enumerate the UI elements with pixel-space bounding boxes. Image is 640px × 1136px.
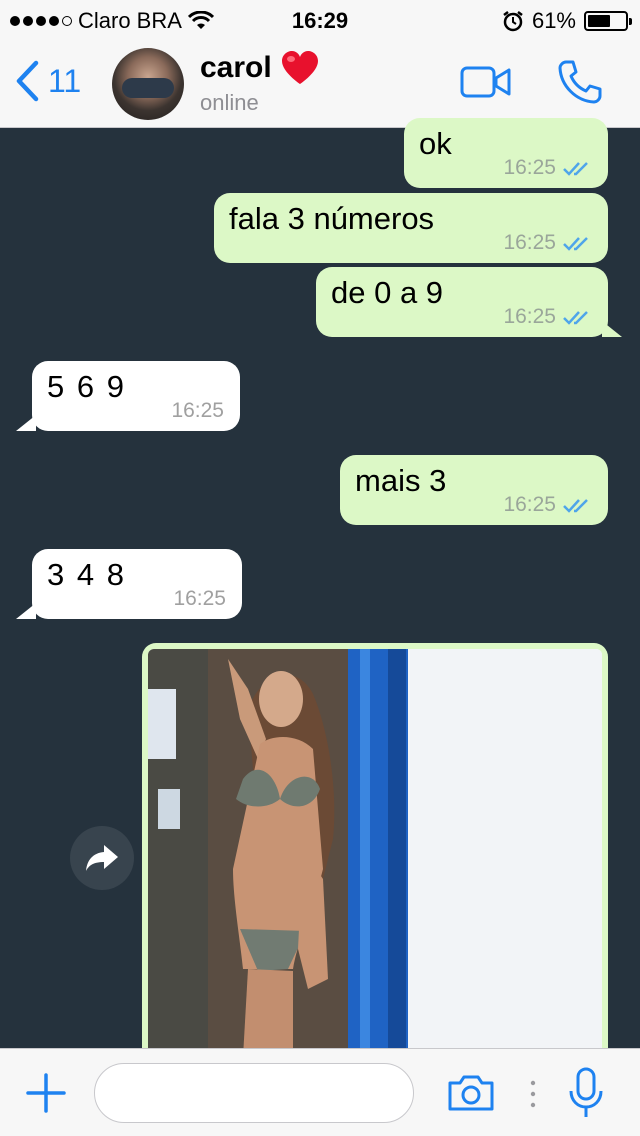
video-call-icon (460, 66, 511, 98)
photo-image (148, 649, 602, 1057)
plus-icon (26, 1073, 66, 1113)
bubble-tail (602, 321, 622, 337)
battery-percent: 61% (531, 8, 576, 33)
message-time: 16:25 (171, 399, 224, 422)
message-meta: 16:25 (503, 305, 592, 329)
contact-name-label: carol (200, 51, 272, 84)
bubble-tail (16, 415, 36, 431)
status-bar: Claro BRA 16:29 61% (0, 0, 640, 40)
message-meta: 16:25 (503, 493, 592, 517)
attach-button[interactable] (24, 1071, 68, 1120)
message-time: 16:25 (503, 156, 556, 179)
message-time: 16:25 (503, 231, 556, 254)
photo-message-bubble[interactable] (142, 643, 608, 1063)
message-text: ok (419, 126, 452, 161)
message-input-bar (0, 1048, 640, 1136)
battery-icon (584, 11, 632, 31)
video-call-button[interactable] (460, 62, 512, 107)
message-text: fala 3 números (229, 201, 435, 236)
message-bubble-incoming[interactable]: 5 6 9 16:25 (16, 361, 240, 431)
message-bubble-outgoing[interactable]: mais 3 16:25 (340, 455, 608, 525)
message-time: 16:25 (503, 493, 556, 516)
unread-count: 11 (48, 62, 82, 99)
message-text: mais 3 (355, 463, 447, 498)
message-meta: 16:25 (171, 399, 224, 423)
contact-name[interactable]: carol (200, 50, 320, 86)
status-right-group: 61% (502, 8, 632, 34)
phone-icon (558, 60, 602, 104)
back-button[interactable]: 11 (14, 60, 81, 102)
back-chevron-icon (16, 60, 39, 102)
chat-header: 11 carol online (0, 40, 640, 128)
message-meta: 16:25 (173, 587, 226, 611)
forward-button[interactable] (70, 826, 134, 890)
double-check-icon (563, 499, 588, 513)
message-input[interactable] (94, 1063, 414, 1123)
bubble-tail (16, 603, 36, 619)
voice-message-button[interactable] (568, 1067, 604, 1124)
double-check-icon (563, 162, 588, 176)
more-dots-icon (530, 1079, 536, 1114)
message-bubble-incoming[interactable]: 3 4 8 16:25 (16, 549, 242, 619)
camera-button[interactable] (446, 1073, 496, 1118)
message-text: de 0 a 9 (331, 275, 444, 310)
photo-thumbnail[interactable] (148, 649, 602, 1057)
message-bubble-outgoing[interactable]: ok 16:25 (404, 118, 608, 188)
message-bubble-outgoing[interactable]: fala 3 números 16:25 (214, 193, 608, 263)
contact-status: online (200, 90, 259, 115)
camera-icon (448, 1075, 494, 1111)
phone-call-button[interactable] (556, 58, 604, 111)
message-meta: 16:25 (503, 156, 592, 180)
message-text: 5 6 9 (47, 369, 126, 404)
double-check-icon (563, 311, 588, 325)
message-bubble-outgoing[interactable]: de 0 a 9 16:25 (316, 267, 622, 337)
message-time: 16:25 (503, 305, 556, 328)
forward-icon (86, 845, 118, 871)
heart-icon (281, 51, 318, 84)
double-check-icon (563, 237, 588, 251)
avatar[interactable] (112, 48, 184, 120)
message-meta: 16:25 (503, 231, 592, 255)
message-time: 16:25 (173, 587, 226, 610)
message-text: 3 4 8 (47, 557, 126, 592)
microphone-icon (569, 1067, 603, 1117)
alarm-icon (503, 11, 523, 32)
